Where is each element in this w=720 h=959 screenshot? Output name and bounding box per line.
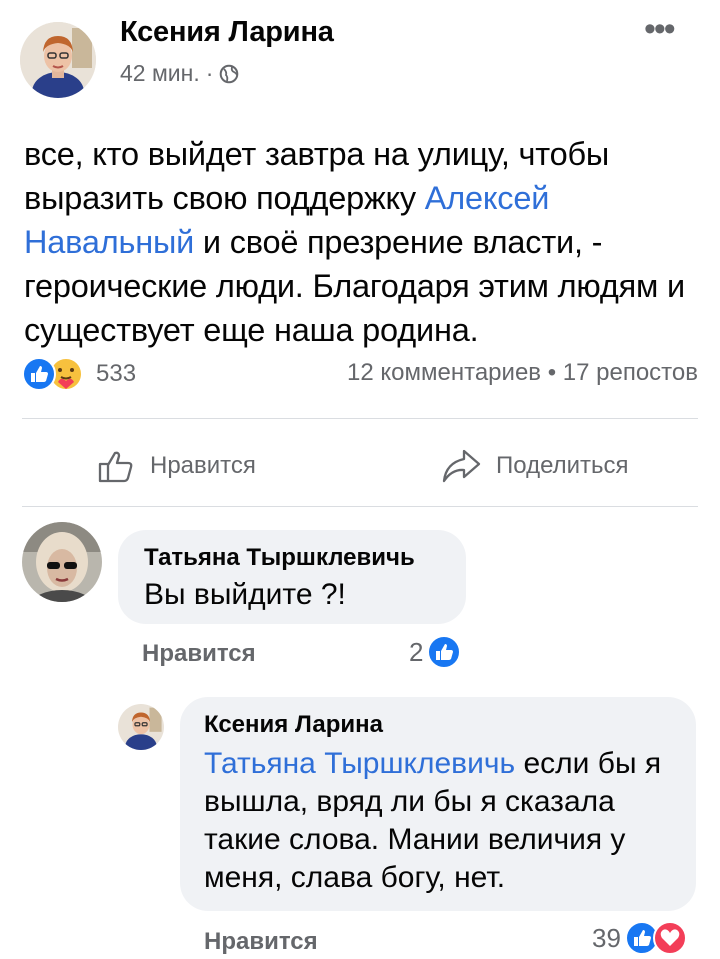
- reactions-summary[interactable]: 533: [22, 356, 136, 392]
- reply-reaction-count: 39: [592, 922, 621, 953]
- comment-like-button[interactable]: Нравится: [142, 640, 256, 668]
- post-text: все, кто выйдет завтра на улицу, чтобы в…: [24, 132, 698, 352]
- share-button[interactable]: Поделиться: [440, 446, 629, 486]
- reply-like-button[interactable]: Нравится: [204, 928, 318, 956]
- post-stats[interactable]: 12 комментариев • 17 репостов: [347, 359, 698, 387]
- divider: [22, 418, 698, 419]
- comment-reaction-count: 2: [409, 636, 424, 667]
- reply-reactions[interactable]: 39: [592, 921, 687, 955]
- like-button[interactable]: Нравится: [96, 446, 256, 486]
- reactions-count[interactable]: 533: [96, 360, 136, 388]
- share-arrow-icon: [442, 449, 481, 483]
- like-reaction-icon: [427, 635, 462, 669]
- comment-text: Вы выйдите ?!: [144, 578, 346, 611]
- meta-separator: ·: [205, 60, 214, 86]
- more-icon[interactable]: •••: [644, 12, 676, 46]
- reply-bubble: Ксения Ларина Татьяна Тыршклевичь если б…: [180, 697, 696, 911]
- like-reaction-icon: [22, 357, 56, 391]
- comment-reactions[interactable]: 2: [409, 635, 462, 669]
- reply-mention-link[interactable]: Татьяна Тыршклевичь: [204, 747, 515, 780]
- reply-avatar[interactable]: [118, 704, 164, 750]
- comment-bubble: Татьяна Тыршклевичь Вы выйдите ?!: [118, 530, 466, 624]
- reply-author[interactable]: Ксения Ларина: [204, 711, 383, 739]
- comment-author[interactable]: Татьяна Тыршклевичь: [144, 544, 415, 572]
- thumbs-up-icon: [98, 451, 133, 483]
- love-reaction-icon: [652, 921, 687, 955]
- reply-text: Татьяна Тыршклевичь если бы я вышла, вря…: [204, 745, 676, 897]
- post-author-avatar[interactable]: [20, 22, 96, 98]
- post-author-name[interactable]: Ксения Ларина: [120, 16, 334, 49]
- comment-avatar[interactable]: [22, 522, 102, 602]
- post-time[interactable]: 42 мин.: [120, 60, 200, 87]
- post-meta: 42 мин. ·: [120, 60, 239, 87]
- globe-icon[interactable]: [219, 64, 239, 84]
- like-label: Нравится: [150, 452, 256, 479]
- divider: [22, 506, 698, 507]
- share-label: Поделиться: [496, 452, 629, 479]
